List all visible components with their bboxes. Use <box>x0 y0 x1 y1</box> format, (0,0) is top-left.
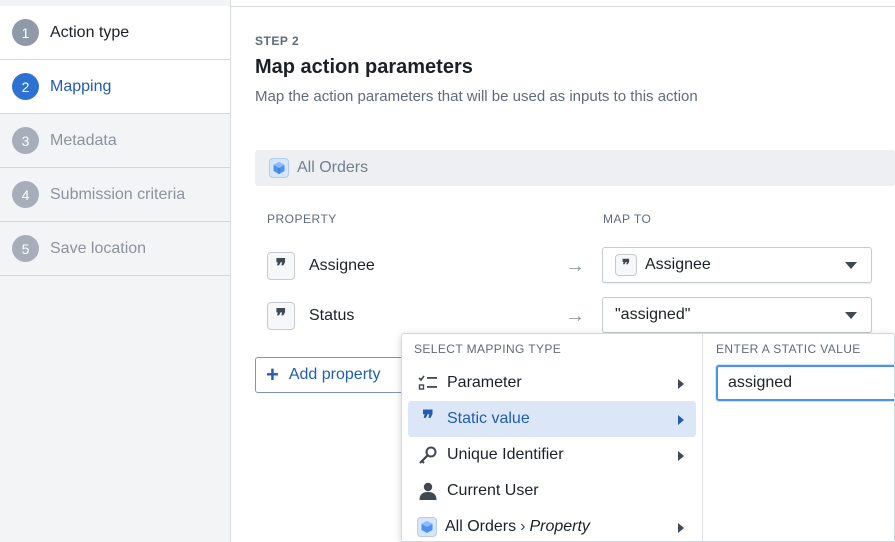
property-name: Assignee <box>309 257 375 274</box>
step-mapping[interactable]: 2 Mapping <box>0 60 230 114</box>
menu-item-parameter[interactable]: Parameter <box>408 365 696 401</box>
menu-item-label: Current User <box>447 482 539 499</box>
step-label: Save location <box>50 239 147 257</box>
divider <box>231 6 895 7</box>
menu-item-object-property[interactable]: All Orders › Property <box>408 509 696 541</box>
property-name: Status <box>309 307 355 324</box>
page-title: Map action parameters <box>255 56 473 78</box>
step-number: 3 <box>12 127 39 154</box>
caret-right-icon <box>678 523 684 533</box>
step-label: Mapping <box>50 77 112 95</box>
add-property-label: Add property <box>288 366 381 383</box>
step-label: Action type <box>50 23 130 41</box>
page-subtitle: Map the action parameters that will be u… <box>255 88 698 105</box>
map-to-value: "assigned" <box>615 306 691 323</box>
quote-icon: ❞ <box>615 254 637 276</box>
menu-item-current-user[interactable]: Current User <box>408 473 696 509</box>
menu-item-static-value[interactable]: ❞ Static value <box>408 401 696 437</box>
caret-right-icon <box>678 379 684 389</box>
map-to-column-header: MAP TO <box>603 212 652 226</box>
step-metadata[interactable]: 3 Metadata <box>0 114 230 168</box>
step-save-location[interactable]: 5 Save location <box>0 222 230 276</box>
arrow-right-icon: → <box>565 254 585 277</box>
menu-header: SELECT MAPPING TYPE <box>414 342 562 356</box>
parameter-list-icon <box>417 372 439 394</box>
key-icon <box>417 444 439 466</box>
step-label: Submission criteria <box>50 185 186 203</box>
path-suffix: Property <box>529 518 590 535</box>
step-number: 2 <box>12 73 39 100</box>
menu-item-label: All Orders › Property <box>445 518 590 536</box>
static-value-input[interactable] <box>716 365 894 401</box>
add-property-button[interactable]: + Add property <box>255 357 405 393</box>
object-type-bar: All Orders <box>255 150 895 186</box>
caret-down-icon <box>845 312 857 319</box>
map-to-value: Assignee <box>645 256 711 273</box>
map-to-select[interactable]: ❞ Assignee <box>602 247 872 283</box>
step-submission-criteria[interactable]: 4 Submission criteria <box>0 168 230 222</box>
mapping-type-menu: SELECT MAPPING TYPE Parameter ❞ Static v… <box>402 334 703 541</box>
cube-icon <box>417 517 437 537</box>
caret-right-icon <box>678 451 684 461</box>
object-type-label: All Orders <box>297 159 369 176</box>
property-column-header: PROPERTY <box>267 212 337 226</box>
quote-icon: ❞ <box>422 406 434 432</box>
menu-item-label: Parameter <box>447 374 522 391</box>
user-icon <box>417 480 439 502</box>
static-value-panel: ENTER A STATIC VALUE <box>704 334 894 541</box>
arrow-right-icon: → <box>565 304 585 327</box>
step-number: 4 <box>12 181 39 208</box>
caret-right-icon <box>678 415 684 425</box>
mapping-type-popover: SELECT MAPPING TYPE Parameter ❞ Static v… <box>401 333 895 542</box>
chevron-right-icon: › <box>520 518 526 535</box>
step-action-type[interactable]: 1 Action type <box>0 6 230 60</box>
step-tag: STEP 2 <box>255 34 300 48</box>
menu-item-unique-identifier[interactable]: Unique Identifier <box>408 437 696 473</box>
step-number: 1 <box>12 19 39 46</box>
wizard-sidebar: 1 Action type 2 Mapping 3 Metadata 4 Sub… <box>0 0 231 542</box>
static-value-header: ENTER A STATIC VALUE <box>716 342 861 356</box>
quote-icon: ❞ <box>267 252 295 280</box>
quote-icon: ❞ <box>267 302 295 330</box>
object-name: All Orders <box>445 518 517 535</box>
plus-icon: + <box>266 362 279 387</box>
menu-item-label: Unique Identifier <box>447 446 564 463</box>
caret-down-icon <box>845 262 857 269</box>
map-to-select[interactable]: "assigned" <box>602 297 872 333</box>
step-label: Metadata <box>50 131 117 149</box>
menu-item-label: Static value <box>447 410 530 427</box>
cube-icon <box>269 158 289 178</box>
step-number: 5 <box>12 235 39 262</box>
